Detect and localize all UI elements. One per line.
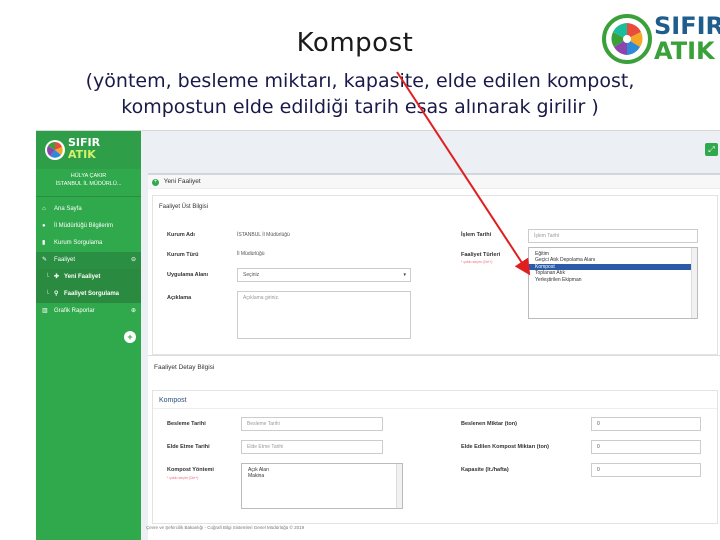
building-icon: ▮ xyxy=(42,240,46,246)
kapasite-label: Kapasite (lt./hafta) xyxy=(461,467,509,473)
elde-etme-tarihi-placeholder: Elde Etme Tarihi xyxy=(247,444,284,450)
besleme-tarihi-label: Besleme Tarihi xyxy=(167,421,206,427)
elde-edilen-input[interactable]: 0 xyxy=(591,440,701,454)
bar-chart-icon: ▥ xyxy=(42,308,48,314)
uygulama-alani-value: Seçiniz xyxy=(243,272,260,278)
kompost-yontemi-listbox[interactable]: Açık Alan Makina xyxy=(241,463,403,509)
listbox-option[interactable]: Makina xyxy=(242,473,402,479)
islem-tarihi-placeholder: İşlem Tarihi xyxy=(534,233,560,239)
beslenen-miktar-label: Beslenen Miktar (ton) xyxy=(461,421,517,427)
plus-circle-icon: + xyxy=(152,179,159,186)
sidebar-item-faaliyet-sorgulama[interactable]: └ ⚲ Faaliyet Sorgulama xyxy=(36,286,141,303)
search-icon: ⚲ xyxy=(54,291,59,297)
kurum-adi-label: Kurum Adı xyxy=(167,232,195,238)
faaliyet-turleri-label: Faaliyet Türleri xyxy=(461,252,501,258)
kapasite-input[interactable]: 0 xyxy=(591,463,701,477)
kurum-turu-value: İl Müdürlüğü xyxy=(237,251,265,257)
panel-header-title: Yeni Faaliyet xyxy=(163,178,201,185)
sidebar-item-label: Grafik Raporlar xyxy=(54,308,95,314)
sidebar-item-faaliyet[interactable]: ✎ Faaliyet ⊖ xyxy=(36,252,141,269)
kompost-yontemi-label: Kompost Yöntemi xyxy=(167,467,214,473)
faaliyet-turleri-hint: * çoklu seçim (Ctrl+) xyxy=(461,260,493,264)
beslenen-miktar-input[interactable]: 0 xyxy=(591,417,701,431)
panel-header: + Yeni Faaliyet xyxy=(148,175,720,189)
kurum-turu-label: Kurum Türü xyxy=(167,252,199,258)
islem-tarihi-input[interactable]: İşlem Tarihi xyxy=(528,229,698,243)
uygulama-alani-select[interactable]: Seçiniz ▾ xyxy=(237,268,411,282)
subtitle-line-2: kompostun elde edildiği tarih esas alına… xyxy=(121,96,599,118)
kompost-box: Kompost Besleme Tarihi Besleme Tarihi El… xyxy=(152,390,718,524)
sidebar-toggle-button[interactable]: + xyxy=(124,331,136,343)
yeni-faaliyet-panel: + Yeni Faaliyet Faaliyet Üst Bilgisi Kur… xyxy=(148,173,720,373)
home-icon: ⌂ xyxy=(42,206,46,212)
fullscreen-button[interactable]: ⤢ xyxy=(705,143,718,156)
sidebar-logo: SIFIR ATIK xyxy=(36,131,141,169)
elde-edilen-value: 0 xyxy=(597,444,600,450)
sidebar-item-grafik-raporlar[interactable]: ▥ Grafik Raporlar ⊕ xyxy=(36,303,141,320)
besleme-tarihi-placeholder: Besleme Tarihi xyxy=(247,421,280,427)
sidebar-submenu: └ ✚ Yeni Faaliyet └ ⚲ Faaliyet Sorgulama xyxy=(36,269,141,303)
sidebar-item-yeni-faaliyet[interactable]: └ ✚ Yeni Faaliyet xyxy=(36,269,141,286)
sidebar-logo-text: SIFIR ATIK xyxy=(68,137,100,161)
islem-tarihi-label: İşlem Tarihi xyxy=(461,232,492,238)
sidebar-item-kurum-sorgulama[interactable]: ▮ Kurum Sorgulama xyxy=(36,235,141,252)
user-unit: İSTANBUL İL MÜDÜRLÜ... xyxy=(55,181,122,187)
sidebar-item-label: Faaliyet Sorgulama xyxy=(64,291,120,297)
faaliyet-detay-panel: Faaliyet Detay Bilgisi Kompost Besleme T… xyxy=(148,355,720,540)
listbox-scrollbar[interactable] xyxy=(691,248,697,318)
kurum-adi-value: İSTANBUL İl Müdürlüğü xyxy=(237,232,290,238)
sidebar-item-ana-sayfa[interactable]: ⌂ Ana Sayfa xyxy=(36,201,141,218)
beslenen-miktar-value: 0 xyxy=(597,421,600,427)
tree-branch: └ xyxy=(45,291,50,297)
uygulama-alani-label: Uygulama Alanı xyxy=(167,272,209,278)
sidebar-item-label: Yeni Faaliyet xyxy=(64,274,101,280)
expand-icon: ⊕ xyxy=(130,308,136,314)
kompost-yontemi-hint: * çoklu seçim (Ctrl+) xyxy=(167,476,199,480)
ust-bilgi-title: Faaliyet Üst Bilgisi xyxy=(159,204,209,210)
kompost-section-title: Kompost xyxy=(153,391,717,409)
sidebar-item-label: Faaliyet xyxy=(54,257,76,263)
aciklama-placeholder: Açıklama giriniz. xyxy=(243,295,280,301)
detay-title: Faaliyet Detay Bilgisi xyxy=(154,364,215,371)
sidebar: SIFIR ATIK HÜLYA ÇAKIR İSTANBUL İL MÜDÜR… xyxy=(36,131,141,540)
elde-etme-tarihi-label: Elde Etme Tarihi xyxy=(167,444,210,450)
aciklama-label: Açıklama xyxy=(167,295,192,301)
info-icon: ● xyxy=(42,223,46,229)
footer-text: Çevre ve Şehircilik Bakanlığı - Coğrafi … xyxy=(146,525,305,530)
faaliyet-turleri-listbox[interactable]: Eğitim Geçici Atık Depolama Alanı Kompos… xyxy=(528,247,698,319)
faaliyet-ust-bilgisi-box: Faaliyet Üst Bilgisi Kurum Adı İSTANBUL … xyxy=(152,195,718,355)
sidebar-item-label: İl Müdürlüğü Bilgilerim xyxy=(54,223,114,229)
sidebar-logo-word2: ATIK xyxy=(68,148,96,161)
subtitle-line-1: (yöntem, besleme miktarı, kapasite, elde… xyxy=(85,70,635,92)
logo-word-atik: ATIK xyxy=(654,37,715,65)
besleme-tarihi-input[interactable]: Besleme Tarihi xyxy=(241,417,383,431)
tree-branch: └ xyxy=(45,274,50,280)
slide-subtitle: (yöntem, besleme miktarı, kapasite, elde… xyxy=(60,68,660,120)
sifir-atik-logo: SIFIR ATIK xyxy=(600,10,720,72)
user-name: HÜLYA ÇAKIR xyxy=(70,173,107,179)
sidebar-logo-icon xyxy=(45,140,65,160)
sidebar-item-il-mudurlugu[interactable]: ● İl Müdürlüğü Bilgilerim xyxy=(36,218,141,235)
edit-icon: ✎ xyxy=(42,257,48,263)
logo-text: SIFIR ATIK xyxy=(654,14,720,64)
listbox-option[interactable]: Yerleştirilen Ekipman xyxy=(529,277,697,283)
sidebar-item-label: Kurum Sorgulama xyxy=(54,240,103,246)
logo-word-sifir: SIFIR xyxy=(654,12,720,40)
sidebar-item-label: Ana Sayfa xyxy=(54,206,82,212)
app-screenshot: SIFIR ATIK HÜLYA ÇAKIR İSTANBUL İL MÜDÜR… xyxy=(36,130,720,540)
listbox-scrollbar[interactable] xyxy=(396,464,402,508)
collapse-icon: ⊖ xyxy=(130,257,136,263)
aciklama-textarea[interactable]: Açıklama giriniz. xyxy=(237,291,411,339)
elde-edilen-label: Elde Edilen Kompost Miktarı (ton) xyxy=(461,444,550,450)
elde-etme-tarihi-input[interactable]: Elde Etme Tarihi xyxy=(241,440,383,454)
kapasite-value: 0 xyxy=(597,467,600,473)
slide: Kompost (yöntem, besleme miktarı, kapasi… xyxy=(0,0,720,540)
dropdown-arrow-icon: ▾ xyxy=(403,272,406,278)
logo-wheel-icon xyxy=(602,14,652,64)
sidebar-user: HÜLYA ÇAKIR İSTANBUL İL MÜDÜRLÜ... xyxy=(36,169,141,197)
plus-circle-icon: ✚ xyxy=(54,274,60,280)
